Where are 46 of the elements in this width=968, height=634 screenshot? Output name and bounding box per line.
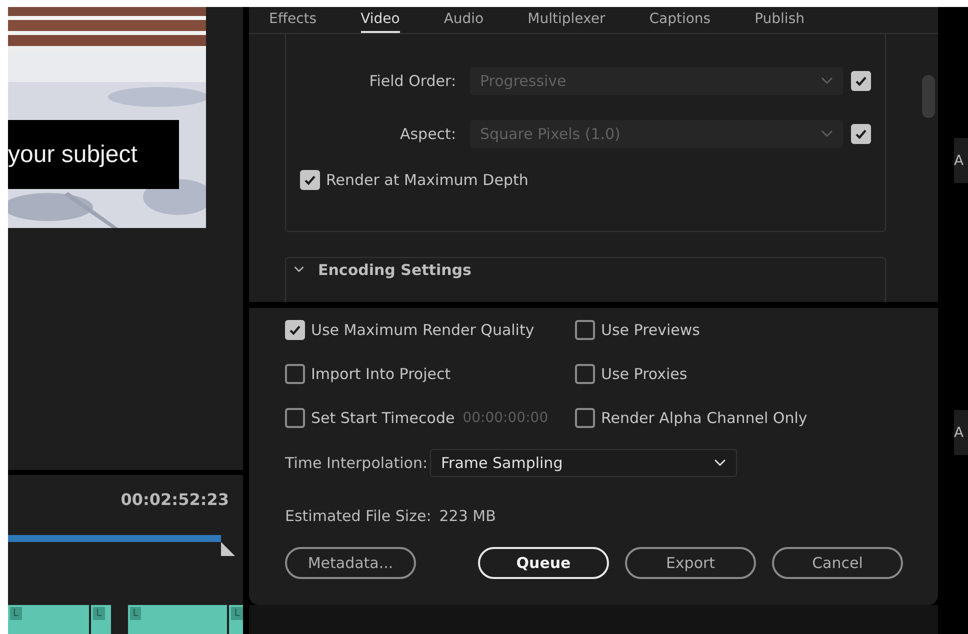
checkbox-label: Use Previews: [601, 321, 700, 339]
clip-label: L: [93, 607, 105, 620]
checkbox[interactable]: [300, 170, 320, 190]
setting-label: Field Order:: [368, 72, 456, 90]
scrollbar-thumb[interactable]: [922, 75, 935, 118]
panel-tab[interactable]: A: [954, 410, 968, 455]
panel-tab[interactable]: A: [954, 138, 968, 183]
dialog-button[interactable]: Cancel: [772, 547, 903, 579]
setting-label: Aspect:: [398, 125, 456, 143]
field-label: Time Interpolation:: [285, 454, 429, 472]
tab[interactable]: Video: [360, 7, 400, 33]
chevron-down-icon[interactable]: [294, 266, 304, 273]
chevron-down-icon: [821, 130, 833, 138]
file-size-value: 223 MB: [439, 507, 496, 525]
checkbox-label: Render at Maximum Depth: [326, 171, 528, 189]
file-size-label: Estimated File Size:: [285, 507, 432, 525]
dialog-button[interactable]: Export: [625, 547, 756, 579]
checkbox[interactable]: [575, 320, 595, 340]
checkbox[interactable]: [285, 364, 305, 384]
timecode: 00:02:52:23: [120, 490, 229, 509]
chevron-down-icon: [714, 459, 726, 467]
end-marker-icon[interactable]: [221, 542, 235, 556]
checkbox-label: Import Into Project: [311, 365, 451, 383]
dialog-button[interactable]: Queue: [478, 547, 609, 579]
tab[interactable]: Publish: [754, 7, 804, 33]
tab[interactable]: Captions: [649, 7, 711, 33]
checkbox[interactable]: [575, 364, 595, 384]
timecode-value: 00:00:00:00: [462, 410, 548, 426]
checkbox-label: Use Maximum Render Quality: [311, 321, 534, 339]
dropdown[interactable]: Frame Sampling: [430, 449, 737, 477]
clip-label: L: [130, 607, 142, 620]
clip-label: L: [10, 607, 22, 620]
checkbox-label: Use Proxies: [601, 365, 688, 383]
caption-text: your subject: [8, 140, 138, 168]
checkbox[interactable]: [285, 320, 305, 340]
checkbox[interactable]: [575, 408, 595, 428]
tab[interactable]: Audio: [444, 7, 484, 33]
tab[interactable]: Effects: [269, 7, 317, 33]
checkbox[interactable]: [285, 408, 305, 428]
checkbox-label: Set Start Timecode: [311, 409, 455, 427]
tab[interactable]: Multiplexer: [528, 7, 606, 33]
checkbox-label: Render Alpha Channel Only: [601, 409, 808, 427]
section-title: Encoding Settings: [318, 260, 472, 278]
dialog-button[interactable]: Metadata...: [285, 547, 416, 579]
chevron-down-icon: [821, 77, 833, 85]
clip-label: L: [231, 607, 243, 620]
